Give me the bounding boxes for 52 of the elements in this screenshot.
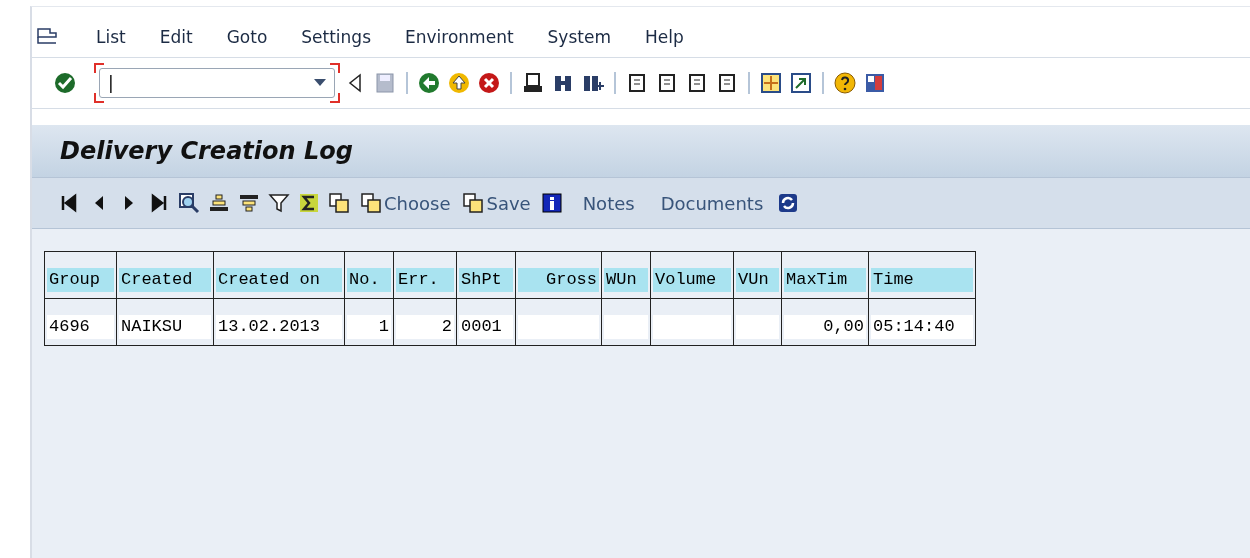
sort-descending-icon[interactable]: [238, 192, 260, 214]
column-header: Group: [47, 268, 114, 292]
dropdown-icon[interactable]: [314, 79, 326, 87]
screen-title: Delivery Creation Log: [32, 125, 1250, 178]
column-header: Created on: [216, 268, 342, 292]
table-cell: 05:14:40: [871, 315, 973, 339]
menu-item[interactable]: System: [547, 27, 611, 47]
column-header: WUn: [604, 268, 648, 292]
help-icon[interactable]: [834, 72, 856, 94]
column-header: Gross: [518, 268, 599, 292]
refresh-icon[interactable]: [777, 192, 800, 214]
menu-item[interactable]: Help: [645, 27, 684, 47]
column-header: ShPt: [459, 268, 513, 292]
menu-item[interactable]: Environment: [405, 27, 514, 47]
sum-icon[interactable]: [298, 192, 320, 214]
menu-icon[interactable]: [36, 27, 58, 47]
magnifier-icon[interactable]: [178, 192, 200, 214]
column-header: Created: [119, 268, 211, 292]
table-cell: 0001: [459, 315, 513, 339]
filter-icon[interactable]: [268, 192, 290, 214]
column-header: VUn: [736, 268, 779, 292]
table-cell: NAIKSU: [119, 315, 211, 339]
table-cell: 0,00: [784, 315, 866, 339]
menu-item[interactable]: Edit: [159, 27, 193, 47]
toolbar-link[interactable]: Notes: [582, 192, 635, 214]
toolbar-button[interactable]: Choose: [360, 192, 451, 214]
column-header: No.: [347, 268, 391, 292]
column-header: Time: [871, 268, 973, 292]
table-cell: 1: [347, 315, 391, 339]
shortcut-icon[interactable]: [790, 72, 812, 94]
copy-icon[interactable]: [328, 192, 350, 214]
toolbar-button[interactable]: Save: [462, 192, 531, 214]
column-header: MaxTim: [784, 268, 866, 292]
info-icon[interactable]: [540, 192, 563, 214]
table-cell: 4696: [47, 315, 114, 339]
cancel-icon[interactable]: [478, 72, 500, 94]
copy-icon[interactable]: [462, 192, 485, 214]
sort-ascending-icon[interactable]: [208, 192, 230, 214]
printer-icon[interactable]: [522, 72, 544, 94]
table-cell: 13.02.2013: [216, 315, 342, 339]
table-cell: 2: [396, 315, 454, 339]
menu-item[interactable]: Settings: [301, 27, 371, 47]
check-icon[interactable]: [54, 72, 76, 94]
window-icon[interactable]: [760, 72, 782, 94]
menu-item[interactable]: List: [96, 27, 126, 47]
menu-item[interactable]: Goto: [226, 27, 268, 47]
layout-icon[interactable]: [864, 72, 886, 94]
column-header: Volume: [653, 268, 731, 292]
copy-icon[interactable]: [360, 192, 382, 214]
command-field[interactable]: |: [99, 68, 335, 98]
toolbar-link[interactable]: Documents: [660, 192, 764, 214]
column-header: Err.: [396, 268, 454, 292]
